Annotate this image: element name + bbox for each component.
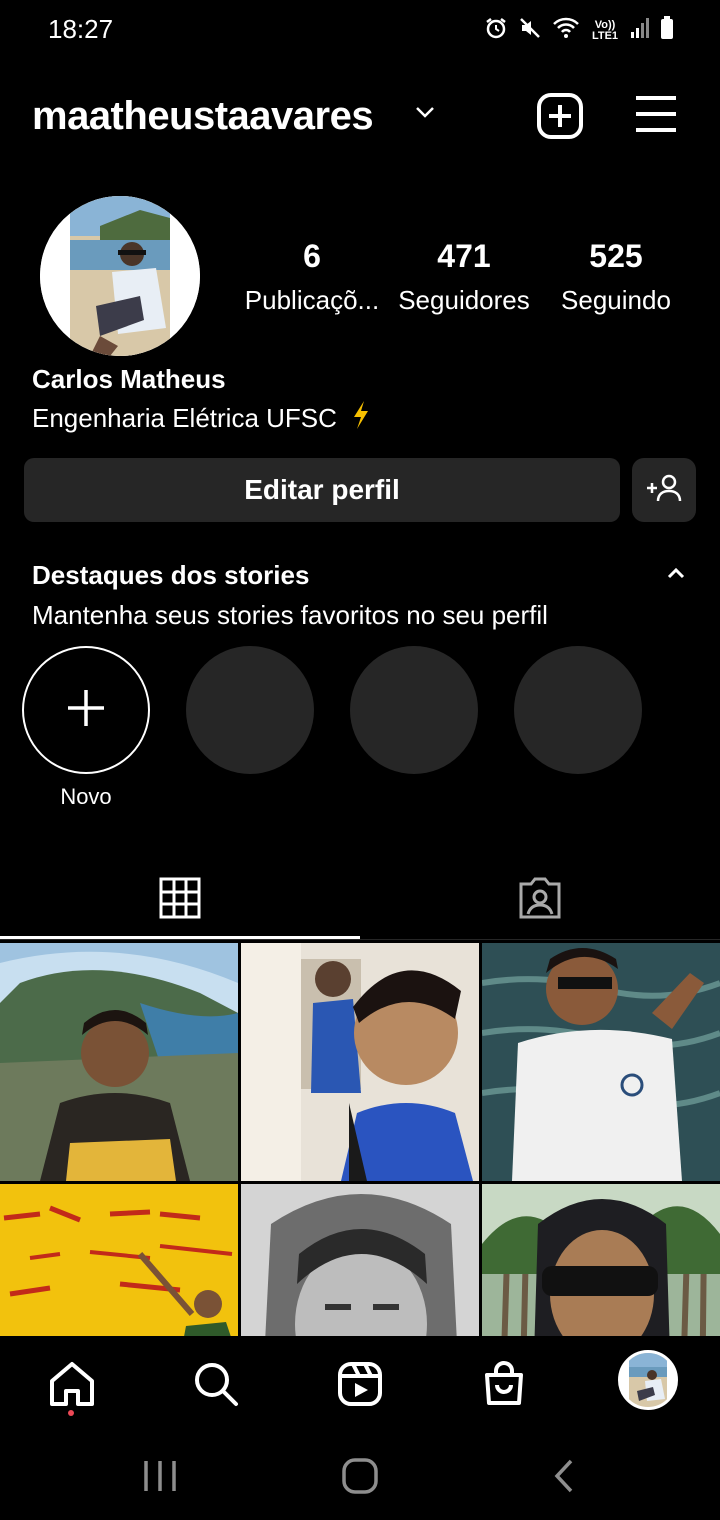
status-time: 18:27 (48, 14, 114, 44)
stat-following-label: Seguindo (561, 285, 671, 315)
profile-bio: Engenharia Elétrica UFSC (32, 400, 371, 437)
nav-home[interactable] (42, 1356, 102, 1416)
menu-icon[interactable] (634, 94, 678, 139)
lightning-icon (351, 400, 371, 437)
posts-grid (0, 943, 720, 1336)
tabs-divider (0, 939, 720, 940)
highlight-placeholder (350, 646, 478, 774)
add-person-icon (646, 473, 682, 508)
highlights-subtitle: Mantenha seus stories favoritos no seu p… (32, 600, 548, 630)
post-thumbnail[interactable] (241, 943, 479, 1181)
grid-icon (159, 877, 201, 924)
chevron-up-icon[interactable] (664, 564, 688, 587)
nav-profile-avatar[interactable] (618, 1350, 678, 1410)
stat-posts-value: 6 (303, 238, 321, 274)
profile-full-name: Carlos Matheus (32, 364, 226, 394)
alarm-icon (484, 16, 508, 45)
stat-posts-label: Publicaçõ... (244, 285, 380, 315)
battery-icon (660, 16, 674, 45)
new-highlight-label: Novo (60, 784, 112, 809)
signal-icon (630, 16, 650, 45)
status-bar: 18:27 Vo)) LTE1 (0, 0, 720, 60)
notification-dot (68, 1410, 74, 1416)
plus-icon (66, 688, 106, 733)
post-thumbnail[interactable] (241, 1184, 479, 1336)
bottom-navigation (0, 1336, 720, 1430)
post-thumbnail[interactable] (0, 1184, 238, 1336)
nav-search[interactable] (186, 1356, 246, 1416)
post-thumbnail[interactable] (0, 943, 238, 1181)
shop-icon (481, 1360, 527, 1412)
bio-text: Engenharia Elétrica UFSC (32, 403, 337, 433)
reels-icon (337, 1361, 383, 1412)
system-navigation-bar (0, 1430, 720, 1520)
nav-reels[interactable] (330, 1356, 390, 1416)
stat-following-value: 525 (589, 238, 643, 274)
tagged-icon (517, 876, 563, 925)
search-icon (193, 1361, 239, 1412)
active-tab-indicator (0, 936, 360, 939)
tab-posts-grid[interactable] (0, 860, 360, 940)
back-icon[interactable] (534, 1454, 594, 1498)
post-thumbnail[interactable] (482, 943, 720, 1181)
tab-tagged[interactable] (360, 860, 720, 940)
profile-header: maatheustaavares (0, 80, 720, 152)
status-icons: Vo)) LTE1 (484, 16, 674, 45)
stat-followers-value: 471 (437, 238, 491, 274)
home-icon (48, 1361, 96, 1412)
discover-people-button[interactable] (632, 458, 696, 522)
stat-followers[interactable]: 471 Seguidores (384, 238, 544, 316)
network-label: Vo)) LTE1 (591, 18, 619, 42)
profile-avatar[interactable] (40, 196, 200, 356)
home-button-icon[interactable] (330, 1454, 390, 1498)
post-thumbnail[interactable] (482, 1184, 720, 1336)
highlights-title: Destaques dos stories (32, 560, 310, 590)
mute-icon (518, 16, 542, 45)
new-post-icon[interactable] (536, 92, 584, 145)
edit-profile-button[interactable]: Editar perfil (24, 458, 620, 522)
stat-followers-label: Seguidores (398, 285, 530, 315)
nav-shop[interactable] (474, 1356, 534, 1416)
new-highlight-button[interactable] (22, 646, 150, 774)
stat-posts[interactable]: 6 Publicaçõ... (232, 238, 392, 316)
recent-apps-icon[interactable] (130, 1454, 190, 1498)
username-switcher[interactable]: maatheustaavares (32, 94, 374, 139)
highlight-placeholder (186, 646, 314, 774)
highlight-placeholder (514, 646, 642, 774)
wifi-icon (552, 16, 580, 45)
chevron-down-icon[interactable] (414, 104, 436, 125)
stat-following[interactable]: 525 Seguindo (536, 238, 696, 316)
